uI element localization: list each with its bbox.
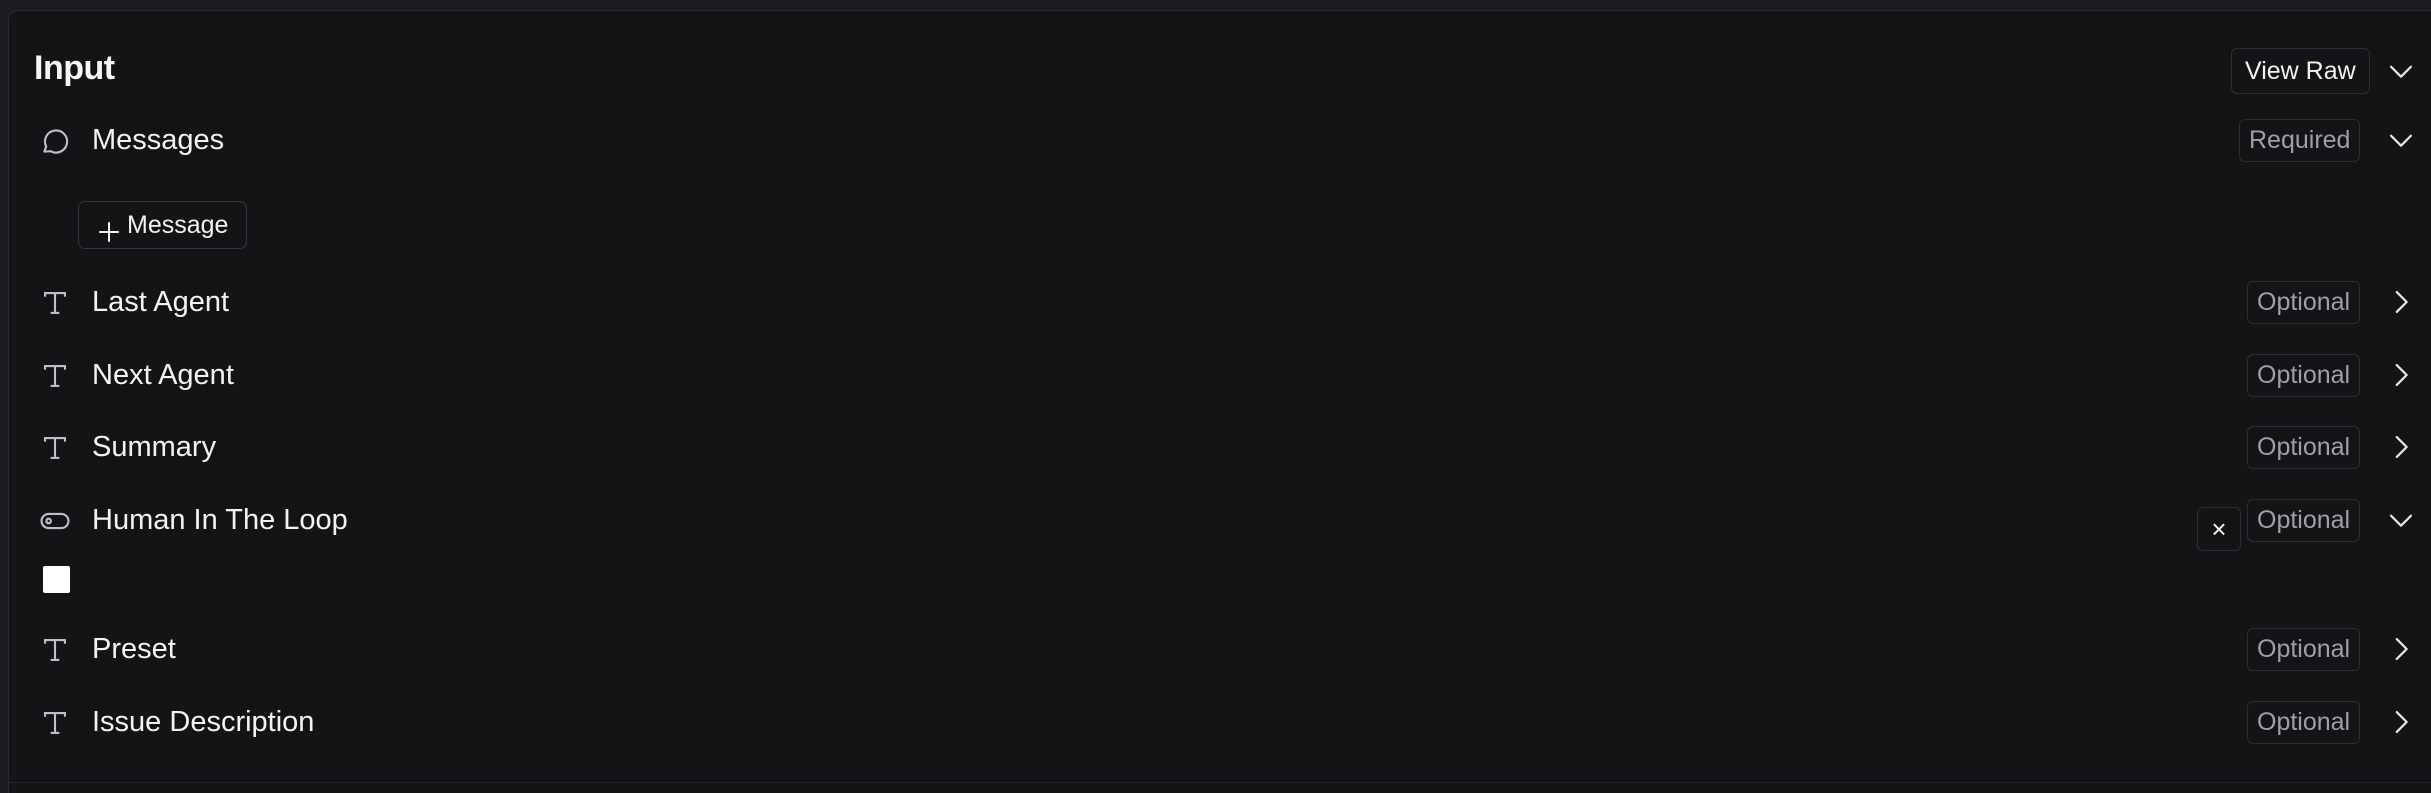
field-row-issue-description: Issue Description Optional	[34, 698, 2431, 746]
expand-chevron-right-icon[interactable]	[2384, 705, 2418, 739]
field-label-messages: Messages	[92, 124, 225, 156]
optional-badge: Optional	[2247, 281, 2361, 324]
field-label-summary: Summary	[92, 431, 217, 463]
expand-chevron-right-icon[interactable]	[2384, 632, 2418, 666]
field-row-preset: Preset Optional	[34, 625, 2431, 673]
optional-badge: Optional	[2247, 354, 2361, 397]
field-row-next-agent: Next Agent Optional	[34, 351, 2431, 399]
text-type-icon	[38, 359, 72, 393]
human-in-the-loop-checkbox[interactable]	[43, 566, 70, 593]
required-badge: Required	[2239, 119, 2361, 162]
field-row-summary: Summary Optional	[34, 423, 2431, 471]
messages-chevron-down-icon[interactable]	[2384, 123, 2418, 157]
field-label-last-agent: Last Agent	[92, 286, 230, 318]
text-type-icon	[38, 286, 72, 320]
field-label-human-in-the-loop: Human In The Loop	[92, 504, 348, 536]
bottom-divider	[9, 782, 2431, 783]
optional-badge: Optional	[2247, 426, 2361, 469]
expand-chevron-right-icon[interactable]	[2384, 430, 2418, 464]
field-label-next-agent: Next Agent	[92, 359, 234, 391]
text-type-icon	[38, 706, 72, 740]
optional-badge: Optional	[2247, 628, 2361, 671]
view-raw-button[interactable]: View Raw	[2231, 48, 2370, 94]
collapse-panel-chevron-down-icon[interactable]	[2384, 54, 2418, 88]
field-label-issue-description: Issue Description	[92, 706, 315, 738]
text-type-icon	[38, 431, 72, 465]
input-panel: Input View Raw Messages Required Message…	[8, 10, 2431, 793]
add-message-label: Message	[127, 211, 229, 239]
human-in-the-loop-chevron-down-icon[interactable]	[2384, 503, 2418, 537]
panel-title: Input	[34, 49, 115, 87]
toggle-icon	[38, 504, 72, 538]
field-label-preset: Preset	[92, 633, 176, 665]
clear-value-button[interactable]: ×	[2197, 507, 2241, 551]
add-message-button[interactable]: Message	[78, 201, 248, 249]
expand-chevron-right-icon[interactable]	[2384, 358, 2418, 392]
field-row-messages: Messages Required	[34, 116, 2431, 164]
optional-badge: Optional	[2247, 701, 2361, 744]
panel-header: Input View Raw	[34, 39, 2431, 105]
optional-badge: Optional	[2247, 499, 2361, 542]
text-type-icon	[38, 633, 72, 667]
field-row-last-agent: Last Agent Optional	[34, 278, 2431, 326]
plus-icon	[97, 213, 121, 242]
message-bubble-icon	[38, 124, 72, 158]
field-row-human-in-the-loop: Human In The Loop Optional	[34, 496, 2431, 544]
expand-chevron-right-icon[interactable]	[2384, 285, 2418, 319]
